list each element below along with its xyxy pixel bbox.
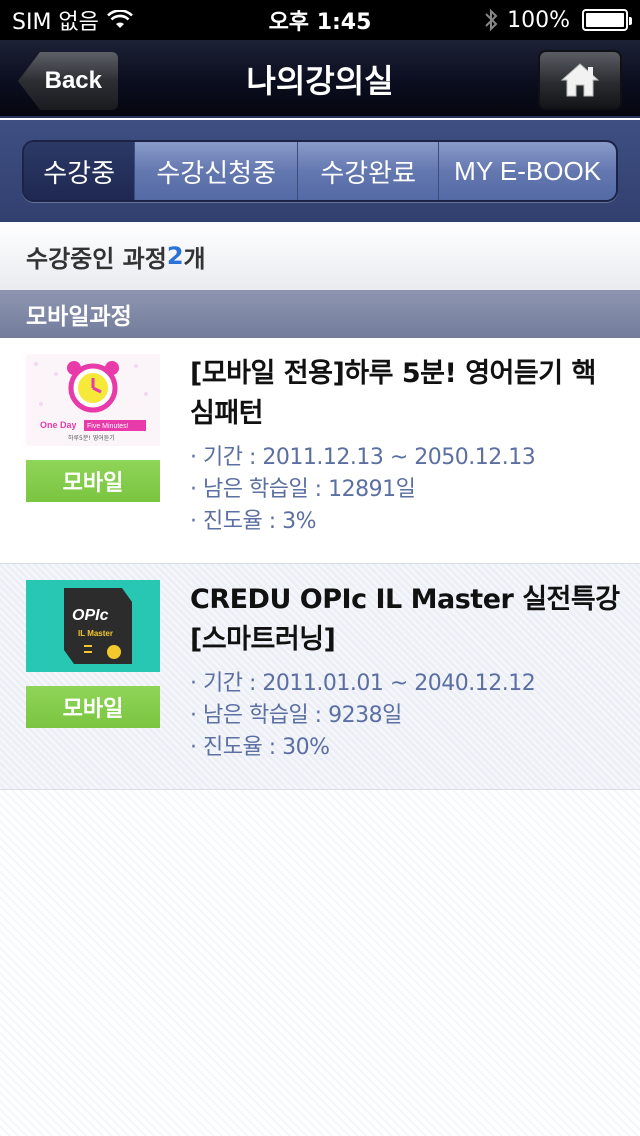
section-header: 모바일과정 — [0, 290, 640, 338]
thumb-text-il-master: IL Master — [78, 629, 113, 638]
course-item[interactable]: OPIc IL Master 모바일 CREDU OPIc IL Master … — [0, 564, 640, 790]
course-progress: 진도율 : 3% — [190, 506, 620, 538]
page-title: 나의강의실 — [246, 62, 394, 100]
status-right: 100% — [483, 7, 632, 33]
course-remaining-days: 남은 학습일 : 9238일 — [190, 700, 620, 732]
course-thumbnail: One Day Five Minutes! 하루5분! 영어듣기 — [26, 354, 160, 446]
tab-applying[interactable]: 수강신청중 — [135, 142, 299, 200]
wifi-icon — [107, 10, 133, 28]
count-suffix: 개 — [183, 244, 206, 273]
bluetooth-icon — [485, 8, 498, 32]
course-meta: 기간 : 2011.01.01 ~ 2040.12.12 남은 학습일 : 92… — [190, 668, 620, 764]
tab-bar-container: 수강중 수강신청중 수강완료 MY E-BOOK — [0, 120, 640, 222]
course-meta: 기간 : 2011.12.13 ~ 2050.12.13 남은 학습일 : 12… — [190, 442, 620, 538]
thumb-text-one-day: One Day — [40, 420, 77, 430]
course-item[interactable]: One Day Five Minutes! 하루5분! 영어듣기 모바일 [모바… — [0, 338, 640, 564]
carrier-label: SIM 없음 — [12, 10, 99, 35]
count-number: 2 — [166, 242, 184, 270]
back-button[interactable]: Back — [18, 52, 118, 110]
alarm-clock-thumbnail-icon: One Day Five Minutes! 하루5분! 영어듣기 — [26, 354, 160, 446]
course-title[interactable]: [모바일 전용]하루 5분! 영어듣기 핵심패턴 — [190, 354, 620, 434]
course-title[interactable]: CREDU OPIc IL Master 실전특강[스마트러닝] — [190, 580, 620, 660]
nav-bar: Back 나의강의실 — [0, 40, 640, 118]
course-list: One Day Five Minutes! 하루5분! 영어듣기 모바일 [모바… — [0, 338, 640, 790]
thumb-text-five-minutes: Five Minutes! — [87, 423, 129, 430]
thumb-text-opic: OPIc — [72, 607, 109, 624]
mobile-badge: 모바일 — [26, 460, 160, 502]
tab-completed[interactable]: 수강완료 — [298, 142, 440, 200]
tab-my-ebook[interactable]: MY E-BOOK — [439, 142, 616, 200]
count-prefix: 수강중인 과정 — [26, 244, 167, 273]
thumb-text-korean: 하루5분! 영어듣기 — [68, 434, 115, 442]
course-remaining-days: 남은 학습일 : 12891일 — [190, 474, 620, 506]
battery-percent: 100% — [507, 7, 570, 33]
empty-background — [0, 790, 640, 1136]
mobile-badge: 모바일 — [26, 686, 160, 728]
opic-thumbnail-icon: OPIc IL Master — [26, 580, 160, 672]
enrolled-count-row: 수강중인 과정 2 개 — [0, 222, 640, 290]
course-period: 기간 : 2011.01.01 ~ 2040.12.12 — [190, 668, 620, 700]
home-icon — [560, 63, 600, 97]
course-thumbnail: OPIc IL Master — [26, 580, 160, 672]
home-button[interactable] — [538, 50, 622, 110]
status-left: SIM 없음 — [12, 4, 133, 36]
tab-enrolled[interactable]: 수강중 — [24, 142, 136, 200]
status-bar: SIM 없음 오후 1:45 100% — [0, 0, 640, 40]
course-progress: 진도율 : 30% — [190, 732, 620, 764]
course-period: 기간 : 2011.12.13 ~ 2050.12.13 — [190, 442, 620, 474]
battery-icon — [582, 9, 632, 31]
segmented-tabs: 수강중 수강신청중 수강완료 MY E-BOOK — [22, 140, 618, 202]
